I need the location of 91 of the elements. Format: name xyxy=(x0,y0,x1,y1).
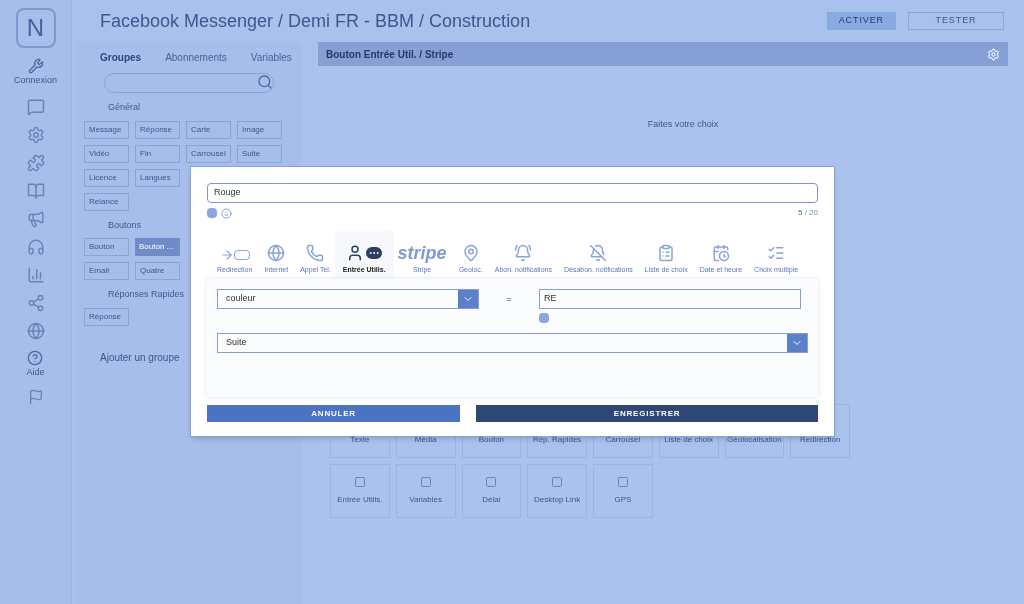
group-item[interactable]: Image xyxy=(237,120,282,139)
tile-label: Variables xyxy=(409,493,442,506)
user-chat-icon xyxy=(346,244,383,263)
page-title: Facebook Messenger / Demi FR - BBM / Construction xyxy=(100,10,531,33)
component-tile[interactable]: Délai xyxy=(461,463,522,518)
group-item[interactable]: Message xyxy=(84,120,129,139)
panel-title: Bouton Entrée Util. / Stripe xyxy=(326,47,454,62)
section-title: Général xyxy=(107,101,141,114)
chart-icon[interactable] xyxy=(26,265,45,284)
tile-label: Bouton xyxy=(478,433,505,446)
component-tile[interactable]: Variables xyxy=(395,463,456,518)
component-tile[interactable]: Entrée Utilis. xyxy=(330,463,390,518)
sidebar-label[interactable]: Aide xyxy=(26,365,45,379)
group-item[interactable]: Vidéo xyxy=(84,144,129,163)
wrench-icon[interactable] xyxy=(27,58,44,74)
group-item[interactable]: Quatre xyxy=(135,262,180,280)
phone-icon xyxy=(306,244,325,263)
group-item[interactable]: Suite xyxy=(237,144,282,163)
flag-icon[interactable] xyxy=(27,389,44,405)
pin-icon xyxy=(461,244,480,263)
stripe-logo: stripe xyxy=(397,244,447,263)
add-group-link[interactable]: Ajouter un groupe xyxy=(84,349,180,365)
group-item[interactable]: Carte xyxy=(186,120,231,139)
logo: N xyxy=(15,8,56,48)
cancel-button[interactable]: ANNULER xyxy=(207,405,461,422)
square-icon xyxy=(551,475,564,488)
settings-icon[interactable] xyxy=(987,47,1000,61)
group-item[interactable]: Relance xyxy=(84,192,129,211)
megaphone-icon[interactable] xyxy=(26,209,45,228)
square-icon xyxy=(485,475,498,488)
bell-off-icon xyxy=(589,244,608,263)
character-counter: 5 / 20 xyxy=(797,207,818,219)
group-item[interactable]: Réponse xyxy=(84,307,129,326)
save-button[interactable]: ENREGISTRER xyxy=(476,405,818,422)
panel-tab[interactable]: Abonnements xyxy=(165,50,227,65)
variable-select[interactable]: couleur xyxy=(217,289,479,309)
group-item[interactable]: Licence xyxy=(84,168,129,187)
next-select[interactable]: Suite xyxy=(217,333,808,353)
section-title: Boutons xyxy=(107,218,142,232)
chat-icon[interactable] xyxy=(26,97,45,116)
group-item[interactable]: Email xyxy=(84,262,129,280)
choice-hint: Faites votre choix xyxy=(647,118,719,131)
sidebar-label[interactable]: Connexion xyxy=(14,74,57,88)
activate-button[interactable]: ACTIVER xyxy=(826,12,896,30)
test-button[interactable]: TESTER xyxy=(908,12,1004,30)
variable-icon[interactable] xyxy=(207,207,217,218)
square-icon xyxy=(419,475,432,488)
group-item[interactable]: Réponse xyxy=(135,120,180,139)
name-field[interactable]: Rouge xyxy=(207,183,818,203)
bell-icon xyxy=(514,244,533,263)
book-icon[interactable] xyxy=(26,181,45,200)
group-item[interactable]: Bouton xyxy=(84,238,129,256)
tile-label: Délai xyxy=(482,493,501,506)
section-title: Réponses Rapides xyxy=(107,288,185,301)
panel-tab[interactable]: Groupes xyxy=(100,50,142,65)
value-field[interactable]: RE xyxy=(539,289,801,309)
group-item[interactable]: Bouton ... xyxy=(135,238,180,256)
operator: = xyxy=(505,293,513,306)
list-icon xyxy=(657,244,676,263)
tile-label: Liste de choix xyxy=(664,433,714,446)
group-item[interactable]: Carrousel xyxy=(186,144,231,163)
tile-label: Média xyxy=(414,433,437,446)
globe-icon xyxy=(267,244,286,263)
component-tile[interactable]: Desktop Link xyxy=(527,463,587,518)
caret-icon[interactable] xyxy=(787,334,807,352)
tile-label: Entrée Utilis. xyxy=(337,493,383,506)
emoji-icon[interactable] xyxy=(221,207,232,219)
tile-label: Redirection xyxy=(799,433,841,446)
globe-icon[interactable] xyxy=(26,321,45,340)
arrow-box-icon xyxy=(219,248,250,263)
calendar-icon xyxy=(711,244,730,263)
tile-label: Carrousel xyxy=(605,433,641,446)
tile-label: Rép. Rapides xyxy=(532,433,582,446)
square-icon xyxy=(353,475,366,488)
tile-label: Géolocalisation xyxy=(727,433,782,446)
share-icon[interactable] xyxy=(26,293,45,312)
tile-label: Desktop Link xyxy=(534,493,581,506)
group-item[interactable]: Langues xyxy=(135,168,180,187)
panel-tab[interactable]: Variables xyxy=(250,50,292,65)
square-icon xyxy=(616,475,629,488)
gear-icon[interactable] xyxy=(26,125,45,144)
headphones-icon[interactable] xyxy=(26,237,45,256)
component-tile[interactable]: GPS xyxy=(593,463,653,518)
puzzle-icon[interactable] xyxy=(26,153,45,172)
search-icon[interactable] xyxy=(257,74,273,90)
tile-label: Texte xyxy=(350,433,370,446)
tile-label: GPS xyxy=(614,493,632,506)
variable-icon[interactable] xyxy=(539,313,549,323)
caret-icon[interactable] xyxy=(458,290,478,308)
group-item[interactable]: Fin xyxy=(135,144,180,163)
help-icon[interactable] xyxy=(27,349,44,366)
